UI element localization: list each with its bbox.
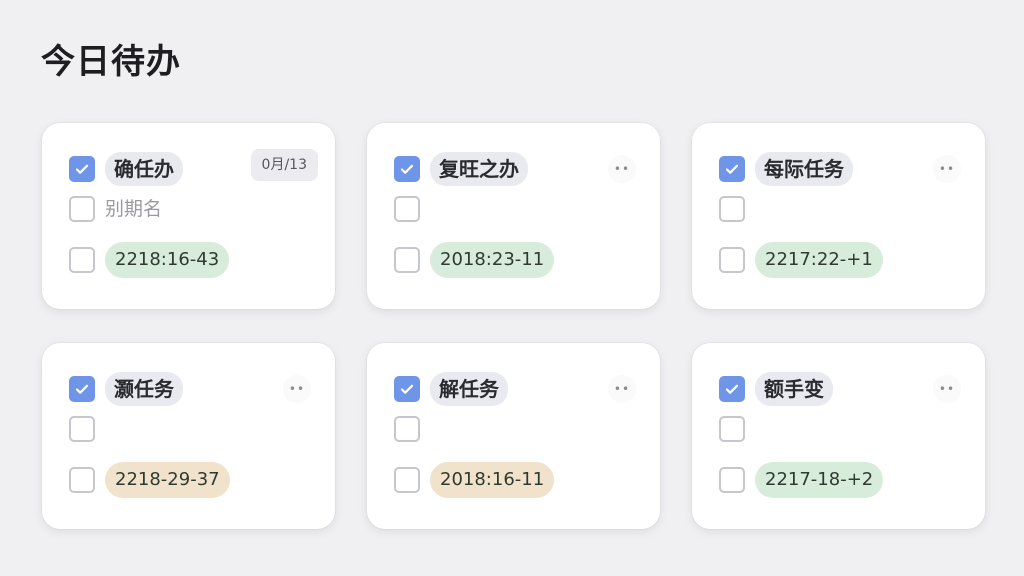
task-title: 复旺之办 <box>430 152 528 186</box>
date-checkbox[interactable] <box>69 247 95 273</box>
todo-grid: 确任办 0月/13 别期名 2218:16-43 复旺之办 •• 2018:23… <box>42 123 985 529</box>
task-title: 灏任务 <box>105 372 183 406</box>
check-icon <box>75 384 89 394</box>
todo-card: 复旺之办 •• 2018:23-11 <box>367 123 660 309</box>
card-title-row: 灏任务 <box>69 372 183 406</box>
card-date-row: 2218-29-37 <box>69 462 230 498</box>
check-icon <box>725 164 739 174</box>
subtask-text: 别期名 <box>105 198 163 220</box>
card-title-row: 额手变 <box>719 372 833 406</box>
card-title-row: 确任办 <box>69 152 183 186</box>
date-checkbox[interactable] <box>394 467 420 493</box>
count-badge: 0月/13 <box>250 149 318 181</box>
date-checkbox[interactable] <box>719 247 745 273</box>
card-subtask-row: 别期名 <box>69 196 162 222</box>
subtask-checkbox[interactable] <box>394 416 420 442</box>
date-chip: 2218:16-43 <box>105 242 230 278</box>
todo-card: 解任务 •• 2018:16-11 <box>367 343 660 529</box>
subtask-checkbox[interactable] <box>719 196 745 222</box>
card-date-row: 2217-18-+2 <box>719 462 884 498</box>
todo-card: 灏任务 •• 2218-29-37 <box>42 343 335 529</box>
date-chip: 2218-29-37 <box>105 462 230 498</box>
more-dots-icon[interactable]: •• <box>933 155 961 183</box>
card-date-row: 2217:22-+1 <box>719 242 883 278</box>
todo-card: 每际任务 •• 2217:22-+1 <box>692 123 985 309</box>
card-subtask-row <box>69 416 95 442</box>
card-date-row: 2018:16-11 <box>394 462 555 498</box>
task-title: 解任务 <box>430 372 508 406</box>
card-subtask-row <box>719 416 745 442</box>
date-checkbox[interactable] <box>719 467 745 493</box>
task-title: 额手变 <box>755 372 833 406</box>
page-title: 今日待办 <box>41 42 181 82</box>
subtask-checkbox[interactable] <box>69 196 95 222</box>
title-checkbox[interactable] <box>719 376 745 402</box>
date-chip: 2018:23-11 <box>430 242 555 278</box>
more-dots-icon[interactable]: •• <box>608 155 636 183</box>
check-icon <box>75 164 89 174</box>
title-checkbox[interactable] <box>394 376 420 402</box>
title-checkbox[interactable] <box>719 156 745 182</box>
date-chip: 2217-18-+2 <box>755 462 884 498</box>
date-chip: 2018:16-11 <box>430 462 555 498</box>
more-dots-icon[interactable]: •• <box>933 375 961 403</box>
date-chip: 2217:22-+1 <box>755 242 883 278</box>
more-dots-icon[interactable]: •• <box>608 375 636 403</box>
date-checkbox[interactable] <box>394 247 420 273</box>
card-title-row: 每际任务 <box>719 152 853 186</box>
check-icon <box>725 384 739 394</box>
date-checkbox[interactable] <box>69 467 95 493</box>
title-checkbox[interactable] <box>69 376 95 402</box>
subtask-checkbox[interactable] <box>69 416 95 442</box>
card-subtask-row <box>719 196 745 222</box>
task-title: 每际任务 <box>755 152 853 186</box>
card-date-row: 2218:16-43 <box>69 242 230 278</box>
card-date-row: 2018:23-11 <box>394 242 555 278</box>
card-subtask-row <box>394 416 420 442</box>
task-title: 确任办 <box>105 152 183 186</box>
todo-card: 额手变 •• 2217-18-+2 <box>692 343 985 529</box>
title-checkbox[interactable] <box>69 156 95 182</box>
more-dots-icon[interactable]: •• <box>283 375 311 403</box>
title-checkbox[interactable] <box>394 156 420 182</box>
card-subtask-row <box>394 196 420 222</box>
subtask-checkbox[interactable] <box>394 196 420 222</box>
card-title-row: 解任务 <box>394 372 508 406</box>
card-title-row: 复旺之办 <box>394 152 528 186</box>
check-icon <box>400 164 414 174</box>
todo-card: 确任办 0月/13 别期名 2218:16-43 <box>42 123 335 309</box>
check-icon <box>400 384 414 394</box>
subtask-checkbox[interactable] <box>719 416 745 442</box>
